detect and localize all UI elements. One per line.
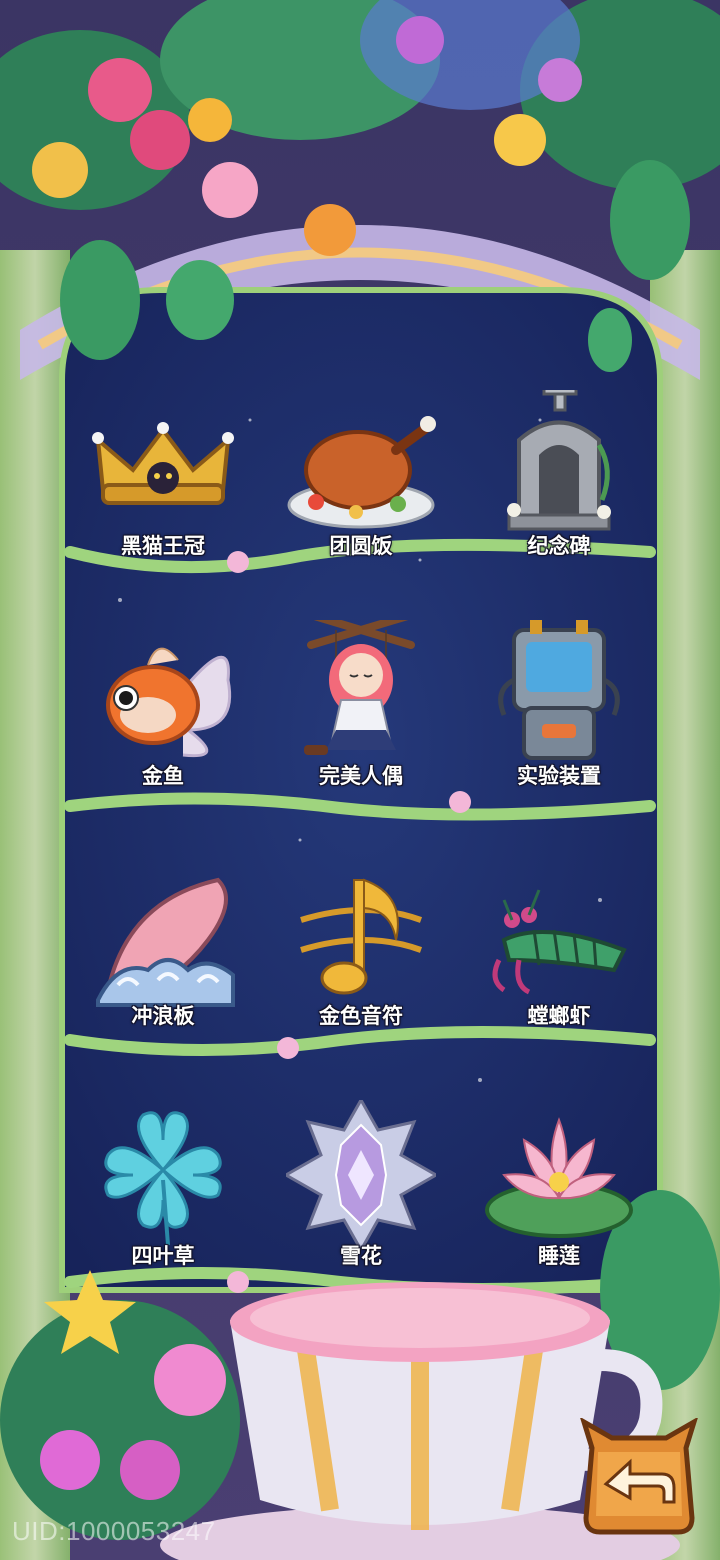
collection-grid: 黑猫王冠 团圆饭 纪念碑 金鱼 完美人偶 实验装置 冲浪板 金色音符 螳螂虾 四… <box>78 370 644 1290</box>
item-label: 金鱼 <box>142 764 184 788</box>
item-snowflake[interactable]: 雪花 <box>276 1100 446 1300</box>
game-scene: 黑猫王冠 团圆饭 纪念碑 金鱼 完美人偶 实验装置 冲浪板 金色音符 螳螂虾 四… <box>0 0 720 1560</box>
roast-chicken-icon <box>287 416 436 529</box>
item-label: 实验装置 <box>517 764 601 788</box>
item-label: 纪念碑 <box>527 534 591 558</box>
item-monument[interactable]: 纪念碑 <box>474 390 644 590</box>
snowflake-icon <box>286 1100 436 1250</box>
puppet-icon <box>304 620 415 755</box>
item-lab-device[interactable]: 实验装置 <box>474 620 644 820</box>
goldfish-icon <box>106 647 232 758</box>
water-lily-icon <box>485 1117 633 1238</box>
item-label: 金色音符 <box>319 1004 403 1028</box>
item-surfboard[interactable]: 冲浪板 <box>78 860 248 1060</box>
item-label: 黑猫王冠 <box>121 534 205 558</box>
item-golden-note[interactable]: 金色音符 <box>276 860 446 1060</box>
music-note-icon <box>300 878 423 995</box>
item-label: 睡莲 <box>538 1244 580 1268</box>
monument-icon <box>507 390 611 531</box>
item-label: 雪花 <box>340 1244 382 1268</box>
item-black-cat-crown[interactable]: 黑猫王冠 <box>78 390 248 590</box>
back-button[interactable] <box>578 1416 700 1536</box>
user-id-label: UID:1000053247 <box>12 1516 216 1546</box>
item-four-leaf-clover[interactable]: 四叶草 <box>78 1100 248 1300</box>
item-mantis-shrimp[interactable]: 螳螂虾 <box>474 860 644 1060</box>
back-arrow-icon <box>579 1416 699 1535</box>
item-label: 团圆饭 <box>329 534 393 558</box>
mantis-shrimp-icon <box>492 889 627 995</box>
surfboard-icon <box>96 877 235 1007</box>
clover-icon <box>104 1111 222 1246</box>
item-reunion-dinner[interactable]: 团圆饭 <box>276 390 446 590</box>
item-label: 完美人偶 <box>319 764 403 788</box>
item-water-lily[interactable]: 睡莲 <box>474 1100 644 1300</box>
item-label: 冲浪板 <box>131 1004 195 1028</box>
crown-icon <box>92 422 234 505</box>
item-label: 四叶草 <box>131 1244 195 1268</box>
item-goldfish[interactable]: 金鱼 <box>78 620 248 820</box>
item-perfect-doll[interactable]: 完美人偶 <box>276 620 446 820</box>
item-label: 螳螂虾 <box>527 1004 591 1028</box>
lab-device-icon <box>498 620 620 760</box>
